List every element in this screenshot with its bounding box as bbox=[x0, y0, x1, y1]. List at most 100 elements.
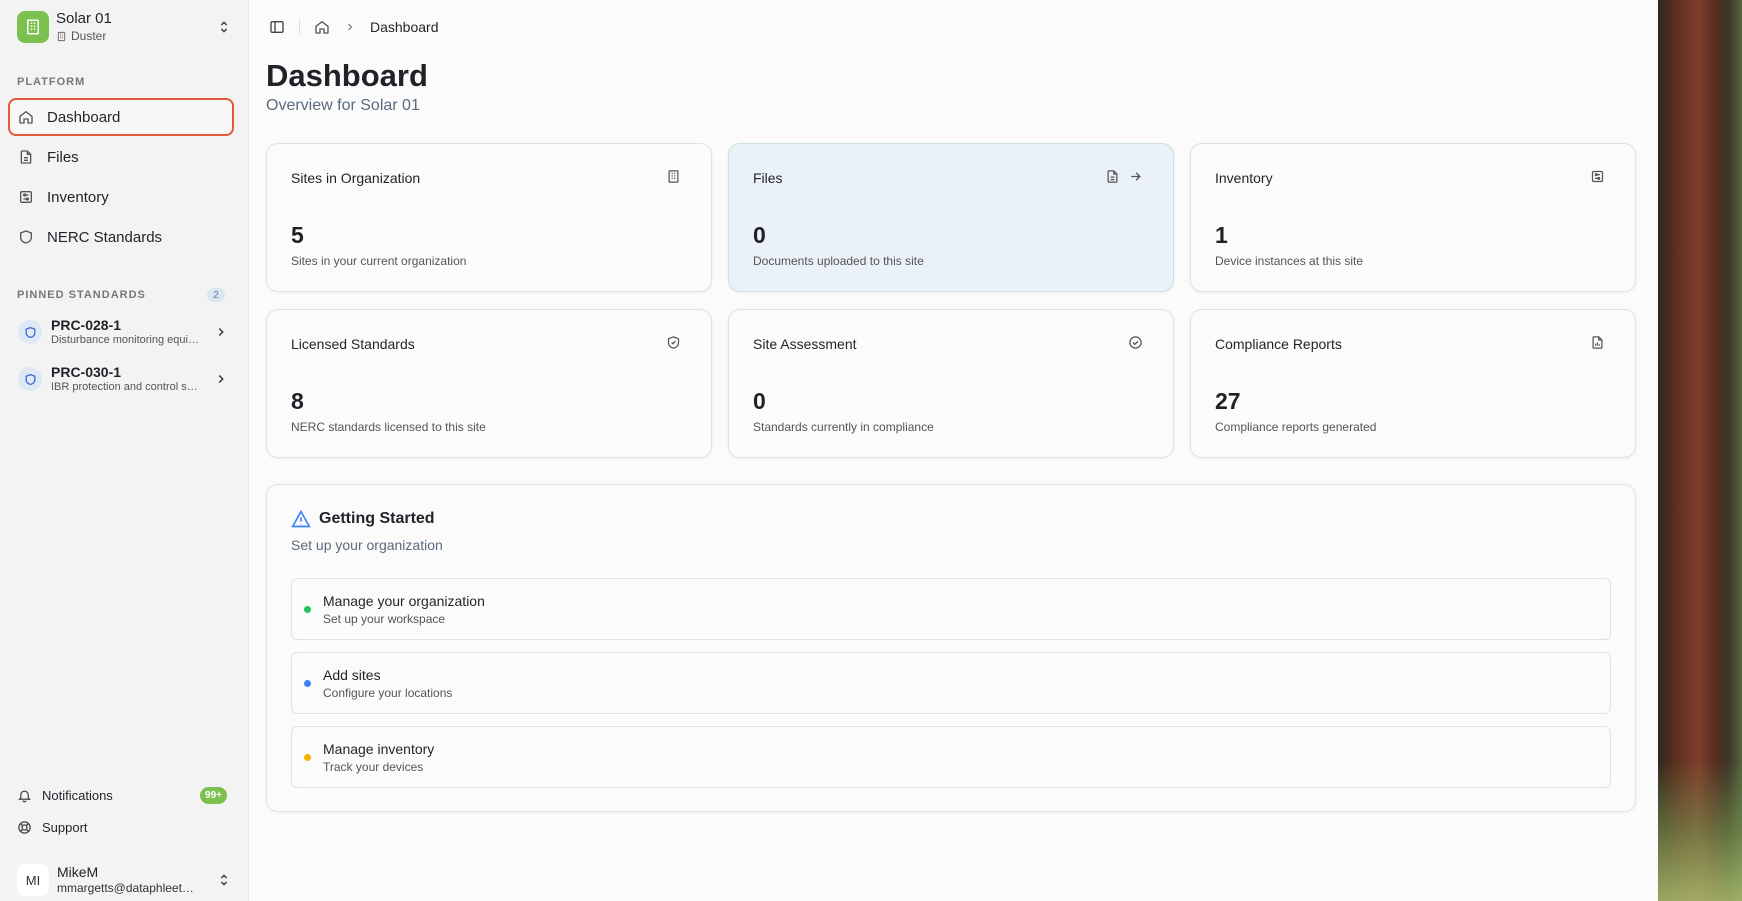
sidebar-item-label: NERC Standards bbox=[47, 228, 163, 246]
card-title: Sites in Organization bbox=[291, 170, 421, 186]
card-value: 1 bbox=[1215, 222, 1228, 248]
list-item-title: Add sites bbox=[323, 666, 381, 683]
card-compliance-reports[interactable]: Compliance Reports 27 Compliance reports… bbox=[1190, 309, 1636, 458]
lifebuoy-icon bbox=[18, 820, 31, 834]
card-desc: Sites in your current organization bbox=[291, 254, 467, 268]
notifications-link[interactable]: Notifications 99+ bbox=[17, 784, 227, 806]
card-value: 5 bbox=[291, 222, 304, 248]
support-label: Support bbox=[42, 819, 88, 835]
card-desc: NERC standards licensed to this site bbox=[291, 420, 486, 434]
page-subtitle: Overview for Solar 01 bbox=[266, 97, 420, 114]
card-value: 0 bbox=[753, 222, 766, 248]
card-title: Inventory bbox=[1215, 170, 1273, 186]
getting-started-panel: Getting Started Set up your organization… bbox=[266, 484, 1636, 812]
getting-started-subtitle: Set up your organization bbox=[291, 537, 443, 553]
shield-icon bbox=[20, 230, 32, 244]
warning-icon bbox=[291, 509, 311, 528]
page-title: Dashboard bbox=[266, 58, 428, 93]
pinned-item-prc-030-1[interactable]: PRC-030-1 IBR protection and control set… bbox=[8, 357, 234, 401]
chevron-up-down-icon[interactable] bbox=[216, 872, 232, 888]
card-title: Site Assessment bbox=[753, 336, 857, 352]
status-dot bbox=[304, 753, 311, 761]
getting-started-item-manage-org[interactable]: Manage your organization Set up your wor… bbox=[291, 578, 1611, 640]
file-icon bbox=[20, 150, 32, 164]
inventory-icon bbox=[20, 191, 32, 203]
sidebar-item-files[interactable]: Files bbox=[8, 138, 234, 176]
card-files[interactable]: Files 0 Documents uploaded to this site bbox=[728, 143, 1174, 292]
sidebar-item-nerc-standards[interactable]: NERC Standards bbox=[8, 218, 234, 256]
platform-section-label: PLATFORM bbox=[17, 76, 86, 88]
sidebar-item-inventory[interactable]: Inventory bbox=[8, 178, 234, 216]
org-name: Solar 01 bbox=[56, 10, 112, 28]
chevron-right-icon bbox=[348, 23, 353, 31]
sidebar-item-label: Dashboard bbox=[47, 108, 121, 126]
pinned-count-badge: 2 bbox=[207, 288, 225, 302]
card-sites[interactable]: Sites in Organization 5 Sites in your cu… bbox=[266, 143, 712, 292]
list-item-desc: Track your devices bbox=[323, 759, 424, 774]
check-circle-icon bbox=[1129, 336, 1142, 349]
pinned-section-label: PINNED STANDARDS bbox=[17, 289, 146, 301]
arrow-right-icon[interactable] bbox=[1128, 169, 1143, 184]
pinned-item-title: PRC-028-1 bbox=[51, 317, 122, 333]
list-item-title: Manage your organization bbox=[323, 592, 485, 609]
pinned-item-prc-028-1[interactable]: PRC-028-1 Disturbance monitoring equipme… bbox=[8, 310, 234, 354]
sidebar-toggle-icon[interactable] bbox=[269, 19, 285, 35]
sidebar-item-dashboard[interactable]: Dashboard bbox=[8, 98, 234, 136]
getting-started-item-manage-inventory[interactable]: Manage inventory Track your devices bbox=[291, 726, 1611, 788]
list-item-desc: Configure your locations bbox=[323, 685, 453, 700]
getting-started-item-add-sites[interactable]: Add sites Configure your locations bbox=[291, 652, 1611, 714]
card-title: Licensed Standards bbox=[291, 336, 415, 352]
card-desc: Compliance reports generated bbox=[1215, 420, 1377, 434]
home-icon bbox=[19, 110, 33, 124]
card-value: 8 bbox=[291, 388, 304, 414]
file-icon bbox=[1107, 170, 1118, 183]
card-desc: Documents uploaded to this site bbox=[753, 254, 924, 268]
bell-icon bbox=[17, 790, 32, 802]
sidebar: Solar 01 Duster PLATFORM Dashboard Files… bbox=[0, 0, 248, 901]
card-site-assessment[interactable]: Site Assessment 0 Standards currently in… bbox=[728, 309, 1174, 458]
card-desc: Device instances at this site bbox=[1215, 254, 1364, 268]
shield-icon bbox=[18, 320, 42, 344]
report-icon bbox=[1592, 336, 1603, 349]
notifications-label: Notifications bbox=[42, 787, 113, 803]
card-licensed-standards[interactable]: Licensed Standards 8 NERC standards lice… bbox=[266, 309, 712, 458]
user-email: mmargetts@dataphleet.com bbox=[57, 881, 197, 896]
card-title: Compliance Reports bbox=[1215, 336, 1342, 352]
card-desc: Standards currently in compliance bbox=[753, 420, 934, 434]
breadcrumb-current: Dashboard bbox=[370, 19, 439, 35]
chevron-up-down-icon[interactable] bbox=[216, 19, 232, 35]
pinned-item-desc: Disturbance monitoring equipment bbox=[51, 333, 199, 346]
card-title: Files bbox=[753, 170, 783, 186]
building-icon bbox=[57, 32, 66, 42]
pinned-item-desc: IBR protection and control settings bbox=[51, 380, 199, 393]
divider bbox=[299, 19, 300, 35]
home-icon[interactable] bbox=[314, 19, 330, 35]
notifications-badge: 99+ bbox=[200, 786, 227, 804]
list-item-desc: Set up your workspace bbox=[323, 611, 446, 626]
breadcrumb: Dashboard bbox=[269, 17, 439, 37]
status-dot bbox=[304, 679, 311, 687]
sidebar-item-label: Inventory bbox=[47, 188, 109, 206]
user-menu[interactable]: MI MikeM mmargetts@dataphleet.com bbox=[17, 862, 232, 898]
support-link[interactable]: Support bbox=[17, 816, 227, 838]
shield-check-icon bbox=[667, 336, 680, 349]
desktop-wallpaper bbox=[1658, 0, 1742, 901]
chevron-right-icon[interactable] bbox=[214, 325, 228, 339]
building-icon bbox=[668, 170, 679, 183]
avatar: MI bbox=[17, 864, 49, 896]
user-name: MikeM bbox=[57, 864, 99, 881]
org-subtitle: Duster bbox=[71, 28, 107, 43]
card-value: 27 bbox=[1215, 388, 1241, 414]
list-item-title: Manage inventory bbox=[323, 740, 435, 757]
org-logo-icon bbox=[17, 11, 49, 43]
inventory-icon bbox=[1591, 170, 1604, 183]
org-switcher[interactable]: Solar 01 Duster bbox=[17, 10, 232, 44]
main-panel: Dashboard Dashboard Overview for Solar 0… bbox=[248, 0, 1658, 901]
pinned-item-title: PRC-030-1 bbox=[51, 364, 122, 380]
shield-icon bbox=[18, 367, 42, 391]
sidebar-item-label: Files bbox=[47, 148, 79, 166]
card-value: 0 bbox=[753, 388, 766, 414]
getting-started-title: Getting Started bbox=[319, 510, 435, 527]
chevron-right-icon[interactable] bbox=[214, 372, 228, 386]
card-inventory[interactable]: Inventory 1 Device instances at this sit… bbox=[1190, 143, 1636, 292]
